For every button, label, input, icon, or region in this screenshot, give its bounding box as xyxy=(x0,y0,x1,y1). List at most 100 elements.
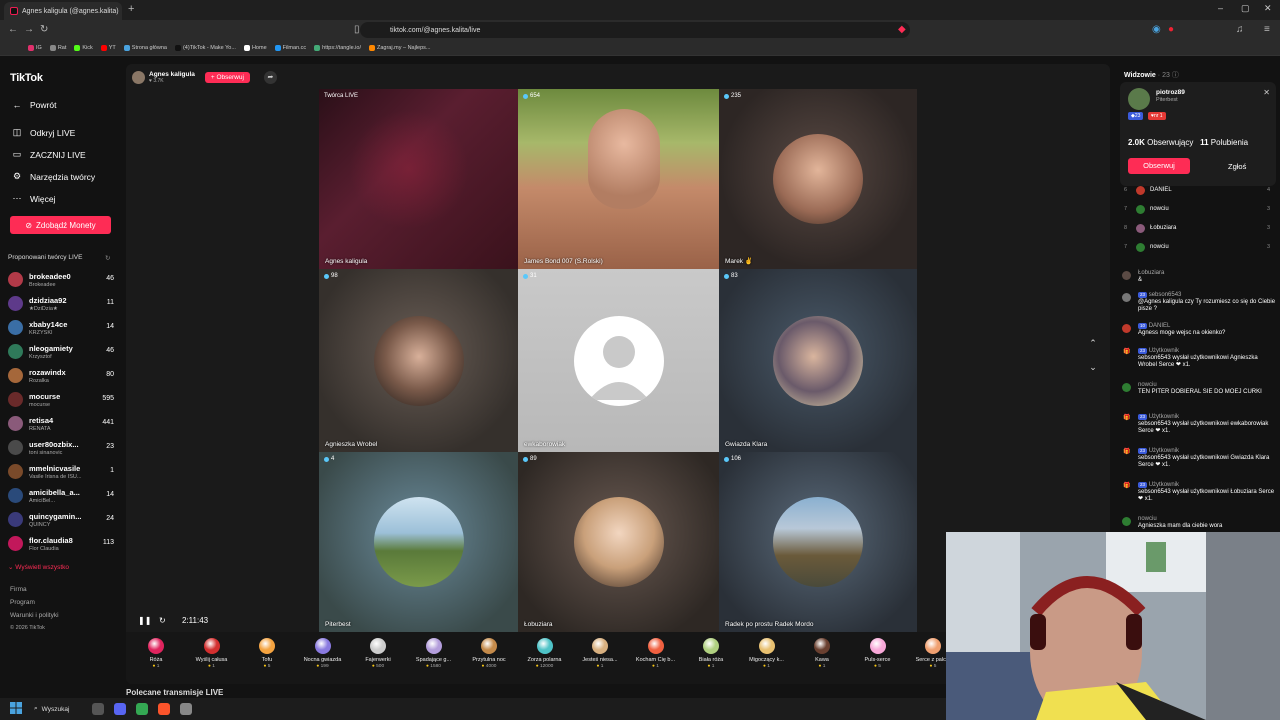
bookmark-item[interactable]: IG xyxy=(28,44,42,51)
guest-tile[interactable]: 235 Marek ✌️ xyxy=(719,89,917,269)
guest-tile[interactable]: 654 James Bond 007 (S.Rolski) xyxy=(518,89,719,269)
footer-link[interactable]: Firma xyxy=(10,586,27,593)
new-tab-icon[interactable]: + xyxy=(128,3,134,15)
tiktok-logo[interactable]: TikTok xyxy=(10,72,43,84)
bookmark-item[interactable]: YT xyxy=(100,44,116,51)
avatar[interactable] xyxy=(8,512,23,527)
bookmark-item[interactable]: Zagraj.my – Najleps... xyxy=(369,44,431,51)
gift-item[interactable]: Wyślij całusa ● 1 xyxy=(184,638,240,669)
close-window-icon[interactable]: ✕ xyxy=(1264,3,1272,14)
viewer-avatar[interactable] xyxy=(1128,88,1150,110)
back-icon[interactable]: ← xyxy=(8,24,18,35)
brave-shield-icon[interactable]: ◆ xyxy=(898,24,906,35)
gift-item[interactable]: Kawa ● 1 xyxy=(794,638,850,669)
viewer-rank-row[interactable]: 8 Łobuziara 3 xyxy=(1124,222,1272,236)
gift-item[interactable]: Migoczący k... ● 1 xyxy=(739,638,795,669)
menu-icon[interactable]: ≡ xyxy=(1264,24,1270,35)
bookmark-icon[interactable]: ▯ xyxy=(354,24,360,35)
chat-username[interactable]: Użytkownik xyxy=(1149,482,1179,488)
bookmark-item[interactable]: https://tangle.io/ xyxy=(314,44,361,51)
pause-icon[interactable]: ❚❚ xyxy=(138,616,151,625)
avatar[interactable] xyxy=(8,488,23,503)
gift-item[interactable]: Fajerwerki ● 500 xyxy=(350,638,406,669)
brave-icon[interactable] xyxy=(158,703,170,715)
follow-viewer-button[interactable]: Obserwuj xyxy=(1128,158,1190,174)
reload-icon[interactable]: ↻ xyxy=(40,24,48,35)
extension-icon[interactable]: ● xyxy=(1168,24,1174,35)
gift-item[interactable]: Biała róża ● 1 xyxy=(683,638,739,669)
follow-host-button[interactable]: + Obserwuj xyxy=(204,71,250,83)
guest-tile[interactable]: Twórca LIVE Agnes kaligula xyxy=(319,89,518,269)
avatar[interactable] xyxy=(8,440,23,455)
forward-icon[interactable]: → xyxy=(24,24,34,35)
chat-username[interactable]: Użytkownik xyxy=(1149,348,1179,354)
chat-username[interactable]: sebson6543 xyxy=(1149,292,1182,298)
viewer-name[interactable]: piotroz89 xyxy=(1156,89,1185,96)
browser-tab[interactable]: Agnes kaligula (@agnes.kalita) ✕ xyxy=(4,2,122,20)
gift-item[interactable]: Przytulna noc ● 4000 xyxy=(461,638,517,669)
info-icon[interactable]: ⓘ xyxy=(1172,72,1179,79)
guest-tile[interactable]: 98 Agnieszka Wrobel xyxy=(319,269,518,452)
bookmark-item[interactable]: Home xyxy=(243,44,267,51)
refresh-icon[interactable]: ↻ xyxy=(105,254,110,262)
discord-icon[interactable] xyxy=(114,703,126,715)
sidebar-item[interactable]: ⚙ Narzędzia twórcy xyxy=(12,171,95,182)
host-avatar[interactable] xyxy=(132,70,145,84)
bookmark-item[interactable]: (4)TikTok - Make Yo... xyxy=(174,44,236,51)
footer-link[interactable]: Warunki i polityki xyxy=(10,612,59,619)
extension-icon[interactable]: ◉ xyxy=(1152,24,1161,35)
bookmark-item[interactable]: Kick xyxy=(74,44,93,51)
bookmark-item[interactable]: Filman.cc xyxy=(274,44,306,51)
guest-tile[interactable]: 106 Radek po prostu Radek Mordo xyxy=(719,452,917,632)
avatar[interactable] xyxy=(8,296,23,311)
gift-item[interactable]: Tofu ● 5 xyxy=(239,638,295,669)
guest-tile[interactable]: 89 Łobuziara xyxy=(518,452,719,632)
suggested-creator[interactable]: user80ozbix... toni sinanovic 23 xyxy=(8,438,116,460)
chrome-icon[interactable] xyxy=(136,703,148,715)
music-icon[interactable]: ♫ xyxy=(1236,24,1244,35)
report-button[interactable]: Zgłoś xyxy=(1228,162,1246,171)
minimize-icon[interactable]: – xyxy=(1218,3,1223,13)
gift-item[interactable]: Jesteś niesa... ● 1 xyxy=(572,638,628,669)
sidebar-item[interactable]: ← Powrót xyxy=(12,100,57,110)
avatar[interactable] xyxy=(8,536,23,551)
gift-item[interactable]: Nocna gwiazda ● 199 xyxy=(295,638,351,669)
gift-item[interactable]: Kocham Cię b... ● 1 xyxy=(628,638,684,669)
viewer-rank-row[interactable]: 7 nowciu 3 xyxy=(1124,203,1272,217)
refresh-stream-icon[interactable]: ↻ xyxy=(159,616,166,625)
suggested-creator[interactable]: flor.claudia8 Flor Claudia 113 xyxy=(8,534,116,556)
chevron-down-icon[interactable]: ⌄ xyxy=(1086,362,1100,376)
avatar[interactable] xyxy=(8,320,23,335)
chevron-up-icon[interactable]: ⌃ xyxy=(1086,338,1100,352)
suggested-creator[interactable]: mocurse mocurse 595 xyxy=(8,390,116,412)
viewer-rank-row[interactable]: 6 DANIEL 4 xyxy=(1124,184,1272,198)
sidebar-item[interactable]: ⋯ Więcej xyxy=(12,193,56,204)
obs-icon[interactable] xyxy=(180,703,192,715)
maximize-icon[interactable]: ▢ xyxy=(1241,3,1250,14)
chat-username[interactable]: Użytkownik xyxy=(1149,448,1179,454)
suggested-creator[interactable]: rozawindx Rozalka 80 xyxy=(8,366,116,388)
chat-username[interactable]: nowciu xyxy=(1138,516,1157,522)
avatar[interactable] xyxy=(1122,324,1131,333)
footer-link[interactable]: Program xyxy=(10,599,35,606)
chat-username[interactable]: nowciu xyxy=(1138,382,1157,388)
show-all-link[interactable]: ⌄ Wyświetl wszystko xyxy=(8,563,69,571)
suggested-creator[interactable]: retisa4 RENATA 441 xyxy=(8,414,116,436)
windows-start-icon[interactable] xyxy=(10,702,22,714)
avatar[interactable] xyxy=(1122,383,1131,392)
share-icon[interactable]: ➦ xyxy=(263,70,277,84)
avatar[interactable] xyxy=(1122,293,1131,302)
viewer-rank-row[interactable]: 7 nowciu 3 xyxy=(1124,241,1272,255)
guest-tile[interactable]: 31 ewkaborowiak xyxy=(518,269,719,452)
gift-item[interactable]: Róża ● 1 xyxy=(128,638,184,669)
suggested-creator[interactable]: xbaby14ce KRZYŚKI 14 xyxy=(8,318,116,340)
suggested-creator[interactable]: quincygamin... QUINCY 24 xyxy=(8,510,116,532)
gift-item[interactable]: Spadające g... ● 1580 xyxy=(406,638,462,669)
get-coins-button[interactable]: ⊘ Zdobądź Monety xyxy=(10,216,111,234)
suggested-creator[interactable]: dzidziaa92 ★DziDzia★ 11 xyxy=(8,294,116,316)
suggested-creator[interactable]: nleogamiety Krzysztof 46 xyxy=(8,342,116,364)
bookmark-item[interactable]: Rat xyxy=(49,44,66,51)
sidebar-item[interactable]: ▭ ZACZNIJ LIVE xyxy=(12,149,86,160)
host-name[interactable]: Agnes kaligula xyxy=(149,71,195,78)
avatar[interactable] xyxy=(1122,517,1131,526)
